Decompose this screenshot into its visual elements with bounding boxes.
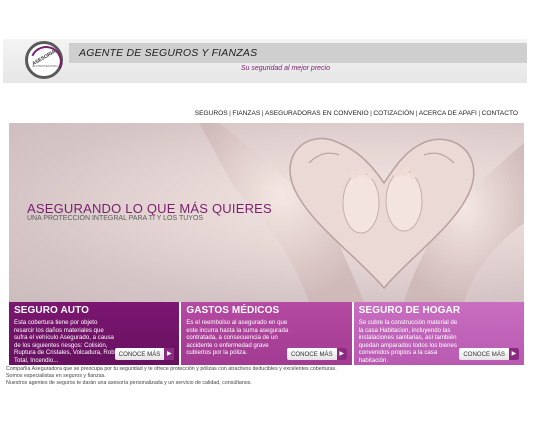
button-label: CONOCE MÁS bbox=[291, 350, 333, 358]
footer-text: Compañía Aseguradora que se preocupa por… bbox=[6, 366, 337, 387]
chevron-right-icon: ▶ bbox=[336, 348, 347, 360]
card-text: Se cubre la construcción material de la … bbox=[358, 319, 458, 364]
card-seguro-hogar: SEGURO DE HOGAR Se cubre la construcción… bbox=[351, 302, 524, 365]
title-bar: AGENTE DE SEGUROS Y FIANZAS bbox=[69, 43, 527, 63]
nav-item-aseguradoras[interactable]: ASEGURADORAS EN CONVENIO bbox=[265, 110, 369, 117]
site-container: ASESORIA EN PROTECCION AGENTE DE SEGUROS… bbox=[3, 39, 527, 386]
conoce-mas-button[interactable]: CONOCE MÁS ▶ bbox=[459, 348, 519, 360]
chevron-right-icon: ▶ bbox=[508, 348, 519, 360]
nav-item-cotizacion[interactable]: COTIZACIÓN bbox=[373, 110, 414, 117]
service-cards: SEGURO AUTO Esta cobertura tiene por obj… bbox=[9, 302, 524, 365]
nav-item-acerca[interactable]: ACERCA DE APAFI bbox=[419, 110, 477, 117]
hero-subtitle: UNA PROTECCIÓN INTEGRAL PARA TI Y LOS TU… bbox=[27, 215, 204, 222]
footer-line: Nuestros agentes de seguros te darán una… bbox=[6, 380, 252, 386]
hero-banner: ASEGURANDO LO QUE MÁS QUIERES UNA PROTEC… bbox=[9, 123, 524, 303]
footer-line: Somos especialistas en seguros y fianzas… bbox=[6, 373, 106, 379]
card-title: GASTOS MÉDICOS bbox=[186, 305, 280, 316]
tagline: Su seguridad al mejor precio bbox=[240, 65, 330, 72]
conoce-mas-button[interactable]: CONOCE MÁS ▶ bbox=[287, 348, 347, 360]
nav-item-fianzas[interactable]: FIANZAS bbox=[232, 110, 260, 117]
logo-subtext: EN PROTECCION bbox=[32, 64, 58, 68]
site-title: AGENTE DE SEGUROS Y FIANZAS bbox=[79, 47, 258, 59]
main-nav: SEGUROS | FIANZAS | ASEGURADORAS EN CONVENIO… bbox=[195, 110, 518, 117]
asesoria-logo-icon[interactable]: ASESORIA EN PROTECCION bbox=[25, 41, 67, 83]
hero-title: ASEGURANDO LO QUE MÁS QUIERES bbox=[27, 201, 272, 216]
card-seguro-auto: SEGURO AUTO Esta cobertura tiene por obj… bbox=[9, 302, 180, 365]
nav-item-contacto[interactable]: CONTACTO bbox=[482, 110, 518, 117]
card-title: SEGURO DE HOGAR bbox=[358, 305, 461, 316]
nav-item-seguros[interactable]: SEGUROS bbox=[195, 110, 228, 117]
footer-line: Compañía Aseguradora que se preocupa por… bbox=[6, 366, 337, 372]
card-text: Esta cobertura tiene por objeto resarcir… bbox=[14, 319, 118, 364]
card-title: SEGURO AUTO bbox=[14, 305, 89, 316]
header: ASESORIA EN PROTECCION AGENTE DE SEGUROS… bbox=[3, 39, 527, 83]
chevron-right-icon: ▶ bbox=[164, 348, 175, 360]
card-gastos-medicos: GASTOS MÉDICOS Es el reembolso al asegur… bbox=[179, 302, 352, 365]
button-label: CONOCE MÁS bbox=[118, 350, 161, 358]
card-text: Es el reembolso al asegurado en que este… bbox=[186, 319, 289, 356]
button-label: CONOCE MÁS bbox=[463, 350, 505, 358]
conoce-mas-button[interactable]: CONOCE MÁS ▶ bbox=[114, 348, 175, 360]
